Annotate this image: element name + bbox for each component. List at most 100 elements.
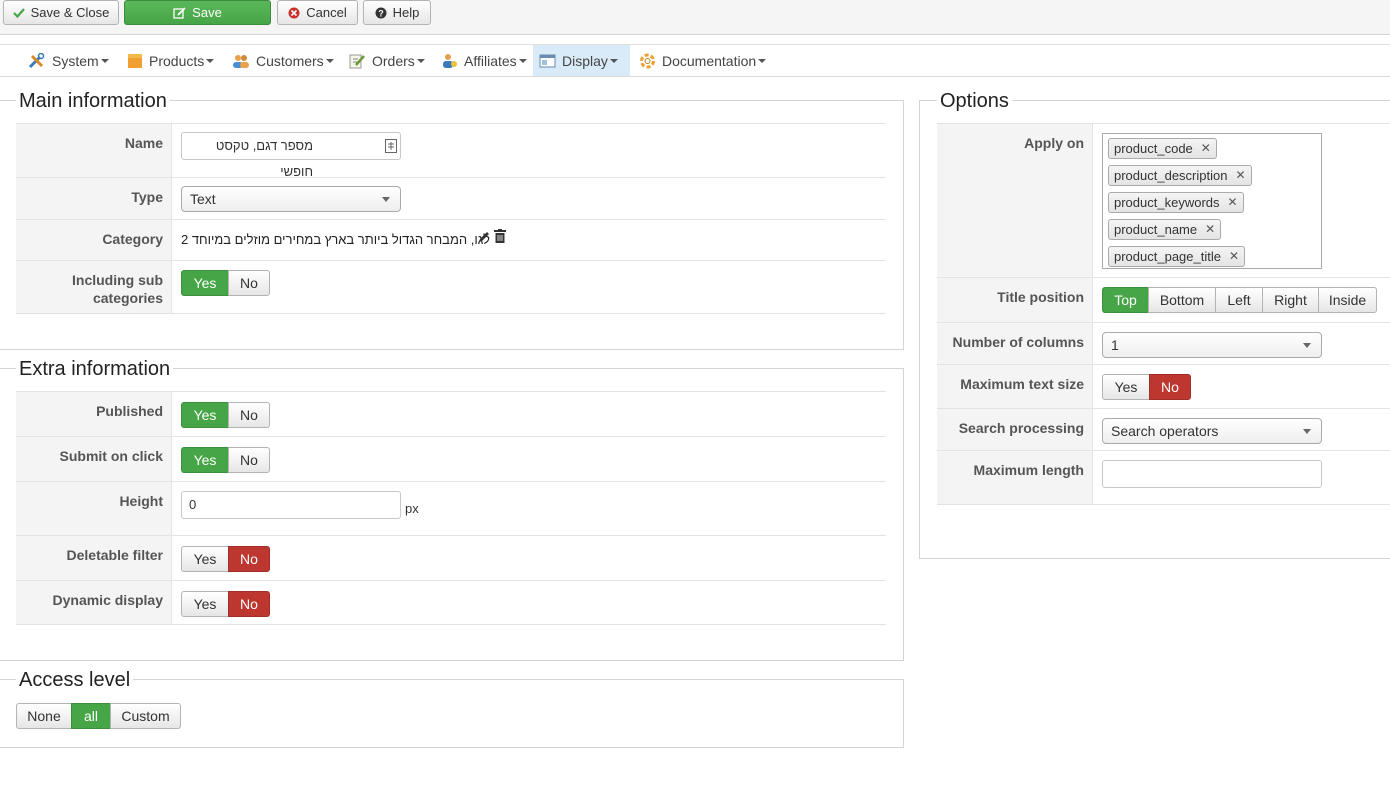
dynamic-display-label: Dynamic display — [16, 581, 172, 624]
published-no-button[interactable]: No — [228, 402, 270, 428]
published-yes-button[interactable]: Yes — [181, 402, 229, 428]
sub-categories-toggle: Yes No — [181, 270, 270, 296]
save-close-button[interactable]: Save & Close — [3, 0, 119, 25]
access-none-button[interactable]: None — [16, 703, 72, 729]
save-label: Save — [192, 5, 222, 20]
maximum-text-size-no-button[interactable]: No — [1149, 374, 1191, 400]
remove-icon[interactable]: ✕ — [1235, 166, 1245, 185]
maximum-text-size-yes-button[interactable]: Yes — [1102, 374, 1150, 400]
name-value: מספר דגם, טקסט חופשי — [215, 138, 313, 179]
remove-icon[interactable]: ✕ — [1228, 193, 1238, 212]
deletable-filter-toggle: Yes No — [181, 546, 270, 572]
maximum-length-row: Maximum length — [937, 450, 1390, 505]
title-position-left-button[interactable]: Left — [1215, 287, 1263, 313]
deletable-filter-row: Deletable filter Yes No — [16, 535, 886, 581]
menu-system[interactable]: System — [22, 45, 115, 76]
dynamic-display-toggle: Yes No — [181, 591, 270, 617]
maximum-text-size-toggle: Yes No — [1102, 374, 1191, 400]
menu-orders[interactable]: Orders — [343, 45, 431, 76]
category-value: לגו, המבחר הגדול ביותר בארץ במחירים מוזל… — [181, 232, 490, 247]
name-input[interactable]: מספר דגם, טקסט חופשי — [181, 132, 401, 179]
help-button[interactable]: ? Help — [363, 0, 431, 25]
translate-icon[interactable] — [385, 139, 397, 153]
apply-tag: product_keywords ✕ — [1108, 192, 1244, 213]
title-position-bottom-button[interactable]: Bottom — [1148, 287, 1216, 313]
apply-tag: product_name ✕ — [1108, 219, 1222, 240]
question-icon: ? — [375, 7, 387, 18]
published-row: Published Yes No — [16, 391, 886, 437]
save-close-label: Save & Close — [30, 5, 110, 20]
chevron-down-icon — [382, 197, 390, 202]
box-icon — [128, 53, 142, 68]
remove-icon[interactable]: ✕ — [1201, 139, 1211, 158]
deletable-filter-yes-button[interactable]: Yes — [181, 546, 229, 572]
apply-tag-label: product_page_title — [1114, 249, 1221, 264]
save-button[interactable]: Save — [124, 0, 271, 25]
chevron-down-icon — [758, 58, 767, 63]
sub-categories-yes-button[interactable]: Yes — [181, 270, 229, 296]
search-processing-select[interactable]: Search operators — [1102, 418, 1322, 444]
extra-information-legend: Extra information — [16, 357, 174, 381]
remove-icon[interactable]: ✕ — [1205, 220, 1215, 239]
deletable-filter-label: Deletable filter — [16, 536, 172, 581]
access-all-button[interactable]: all — [71, 703, 111, 729]
title-position-inside-button[interactable]: Inside — [1318, 287, 1377, 313]
apply-tag: product_code ✕ — [1108, 138, 1217, 159]
title-position-top-button[interactable]: Top — [1102, 287, 1149, 313]
sub-categories-no-button[interactable]: No — [228, 270, 270, 296]
apply-tag-label: product_description — [1114, 168, 1228, 183]
tools-icon — [28, 52, 45, 68]
menu-customers[interactable]: Customers — [226, 45, 340, 76]
maximum-text-size-label: Maximum text size — [937, 365, 1093, 409]
search-processing-row: Search processing Search operators — [937, 408, 1390, 451]
toolbar: Save & Close Save Cancel ? Help — [0, 0, 1390, 35]
trash-icon[interactable] — [494, 229, 506, 243]
submit-on-click-no-button[interactable]: No — [228, 447, 270, 473]
remove-icon[interactable]: ✕ — [1229, 247, 1239, 266]
name-row: Name מספר דגם, טקסט חופשי — [16, 123, 886, 179]
menu-products-label: Products — [149, 52, 205, 69]
chevron-down-icon — [100, 58, 109, 63]
menu-display[interactable]: Display — [533, 45, 630, 76]
type-row: Type Text — [16, 177, 886, 220]
menu-affiliates-label: Affiliates — [464, 52, 517, 69]
main-menu: System Products Customers Orders Affilia… — [0, 44, 1390, 77]
cancel-icon — [288, 7, 300, 18]
apply-tag-label: product_name — [1114, 222, 1198, 237]
type-value: Text — [190, 191, 216, 207]
menu-documentation[interactable]: Documentation — [633, 45, 772, 76]
pencil-icon[interactable] — [477, 230, 491, 244]
chevron-down-icon — [609, 58, 618, 63]
access-custom-button[interactable]: Custom — [110, 703, 181, 729]
apply-on-row: Apply on product_code ✕ product_descripti… — [937, 123, 1390, 278]
apply-on-label: Apply on — [937, 124, 1093, 278]
menu-affiliates[interactable]: Affiliates — [434, 45, 533, 76]
height-row: Height 0 px — [16, 481, 886, 536]
height-unit: px — [405, 501, 419, 516]
menu-products[interactable]: Products — [121, 45, 220, 76]
deletable-filter-no-button[interactable]: No — [228, 546, 270, 572]
apply-on-multiselect[interactable]: product_code ✕ product_description ✕ produ… — [1102, 133, 1322, 269]
height-label: Height — [16, 482, 172, 536]
access-level-legend: Access level — [16, 668, 134, 692]
published-toggle: Yes No — [181, 402, 270, 428]
height-input[interactable]: 0 — [181, 491, 401, 519]
title-position-right-button[interactable]: Right — [1262, 287, 1319, 313]
number-of-columns-select[interactable]: 1 — [1102, 332, 1322, 358]
apply-tag-label: product_keywords — [1114, 195, 1220, 210]
dynamic-display-yes-button[interactable]: Yes — [181, 591, 229, 617]
lifebuoy-icon — [640, 53, 655, 68]
maximum-length-input[interactable] — [1102, 460, 1322, 488]
display-icon — [539, 54, 556, 67]
menu-system-label: System — [52, 52, 99, 69]
category-label: Category — [16, 220, 172, 261]
cancel-button[interactable]: Cancel — [277, 0, 358, 25]
submit-on-click-yes-button[interactable]: Yes — [181, 447, 229, 473]
dynamic-display-no-button[interactable]: No — [228, 591, 270, 617]
apply-tag: product_description ✕ — [1108, 165, 1252, 186]
type-select[interactable]: Text — [181, 186, 401, 212]
number-of-columns-row: Number of columns 1 — [937, 322, 1390, 365]
menu-orders-label: Orders — [372, 52, 415, 69]
search-processing-value: Search operators — [1111, 423, 1219, 439]
svg-text:?: ? — [378, 8, 384, 18]
